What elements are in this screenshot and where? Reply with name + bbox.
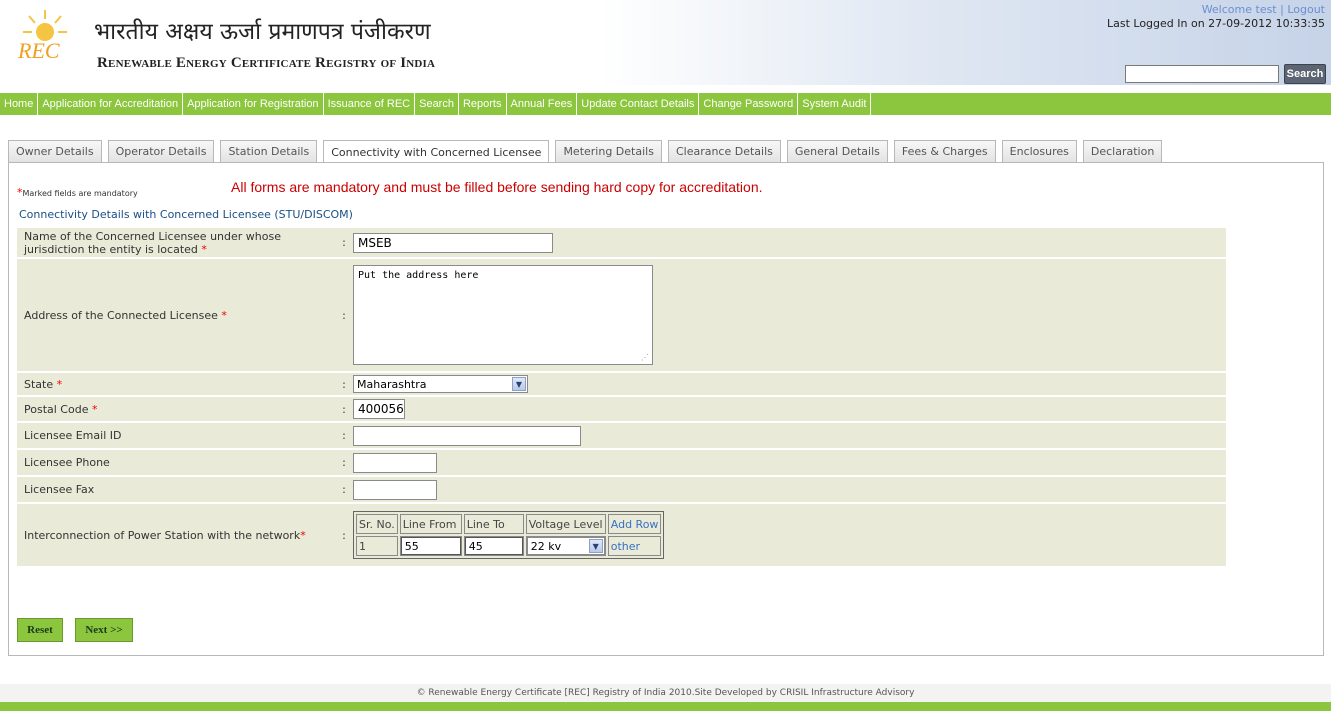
licensee-name-input[interactable]: MSEB (353, 232, 553, 253)
nav-application-registration[interactable]: Application for Registration (183, 93, 324, 115)
email-input[interactable] (353, 425, 581, 446)
tab-metering-details[interactable]: Metering Details (555, 140, 662, 162)
site-footer: © Renewable Energy Certificate [REC] Reg… (0, 684, 1331, 711)
state-select[interactable]: Maharashtra ▼ (353, 375, 528, 393)
mandatory-note: *Marked fields are mandatory (17, 186, 138, 199)
mandatory-warning: All forms are mandatory and must be fill… (231, 179, 763, 195)
tab-declaration[interactable]: Declaration (1082, 140, 1163, 162)
form-tabs: Owner Details Operator Details Station D… (8, 140, 1168, 163)
interconnection-label: Interconnection of Power Station with th… (17, 504, 337, 566)
form-panel: *Marked fields are mandatory All forms a… (8, 162, 1324, 656)
sr-no-cell: 1 (356, 536, 398, 556)
next-button[interactable]: Next >> (75, 618, 133, 642)
chevron-down-icon[interactable]: ▼ (512, 377, 526, 391)
tab-enclosures[interactable]: Enclosures (1001, 140, 1077, 162)
site-title-english: Renewable Energy Certificate Registry of… (97, 55, 436, 71)
nav-reports[interactable]: Reports (459, 93, 507, 115)
address-label: Address of the Connected Licensee * (17, 259, 337, 371)
table-header: Voltage Level (525, 514, 606, 534)
search-input[interactable] (1125, 65, 1279, 83)
line-from-input[interactable]: 55 (400, 537, 461, 555)
footer-copyright: © Renewable Energy Certificate [REC] Reg… (0, 684, 1331, 702)
table-header: Line To (463, 514, 524, 534)
nav-issuance-rec[interactable]: Issuance of REC (324, 93, 416, 115)
state-label: State * (17, 373, 337, 395)
logo-text: REC (17, 38, 60, 63)
welcome-link[interactable]: Welcome test (1202, 3, 1277, 16)
tab-station-details[interactable]: Station Details (220, 140, 318, 162)
site-header: REC भारतीय अक्षय ऊर्जा प्रमाणपत्र पंजीकर… (0, 0, 1331, 85)
rec-logo-icon: REC (17, 10, 67, 63)
add-row-link[interactable]: Add Row (611, 518, 659, 531)
line-to-input[interactable]: 45 (464, 537, 523, 555)
other-link[interactable]: other (611, 540, 640, 553)
user-links: Welcome test | Logout (1201, 3, 1325, 16)
tab-general-details[interactable]: General Details (786, 140, 888, 162)
table-header: Sr. No. (356, 514, 398, 534)
logout-link[interactable]: Logout (1287, 3, 1325, 16)
tab-connectivity[interactable]: Connectivity with Concerned Licensee (323, 140, 550, 163)
phone-label: Licensee Phone (17, 450, 337, 475)
section-title: Connectivity Details with Concerned Lice… (19, 208, 353, 221)
table-row: 1 55 45 22 kv ▼ other (356, 536, 662, 556)
nav-update-contact[interactable]: Update Contact Details (577, 93, 700, 115)
email-label: Licensee Email ID (17, 423, 337, 448)
chevron-down-icon[interactable]: ▼ (588, 539, 603, 553)
phone-input[interactable] (353, 452, 437, 473)
nav-application-accreditation[interactable]: Application for Accreditation (38, 93, 184, 115)
site-title-hindi: भारतीय अक्षय ऊर्जा प्रमाणपत्र पंजीकरण (94, 19, 431, 45)
nav-annual-fees[interactable]: Annual Fees (507, 93, 578, 115)
fax-label: Licensee Fax (17, 477, 337, 502)
table-header: Line From (399, 514, 462, 534)
tab-owner-details[interactable]: Owner Details (8, 140, 102, 162)
reset-button[interactable]: Reset (17, 618, 63, 642)
fax-input[interactable] (353, 479, 437, 500)
main-nav: Home Application for Accreditation Appli… (0, 93, 1331, 115)
interconnection-table: Sr. No. Line From Line To Voltage Level … (353, 511, 665, 559)
resize-grip-icon[interactable]: ⋰ (641, 353, 649, 362)
nav-home[interactable]: Home (0, 93, 39, 115)
nav-system-audit[interactable]: System Audit (798, 93, 872, 115)
address-textarea[interactable]: Put the address here ⋰ (353, 265, 653, 365)
last-login-info: Last Logged In on 27-09-2012 10:33:35 (1106, 17, 1325, 30)
search-button[interactable]: Search (1284, 64, 1326, 84)
nav-search[interactable]: Search (415, 93, 459, 115)
tab-clearance-details[interactable]: Clearance Details (667, 140, 781, 162)
connectivity-form: Name of the Concerned Licensee under who… (17, 226, 1226, 568)
nav-change-password[interactable]: Change Password (699, 93, 799, 115)
voltage-select[interactable]: 22 kv ▼ (526, 537, 605, 555)
postal-code-input[interactable]: 400056 (353, 399, 405, 419)
licensee-name-label: Name of the Concerned Licensee under who… (17, 228, 337, 257)
tab-operator-details[interactable]: Operator Details (107, 140, 215, 162)
postal-code-label: Postal Code * (17, 397, 337, 421)
tab-fees-charges[interactable]: Fees & Charges (893, 140, 996, 162)
